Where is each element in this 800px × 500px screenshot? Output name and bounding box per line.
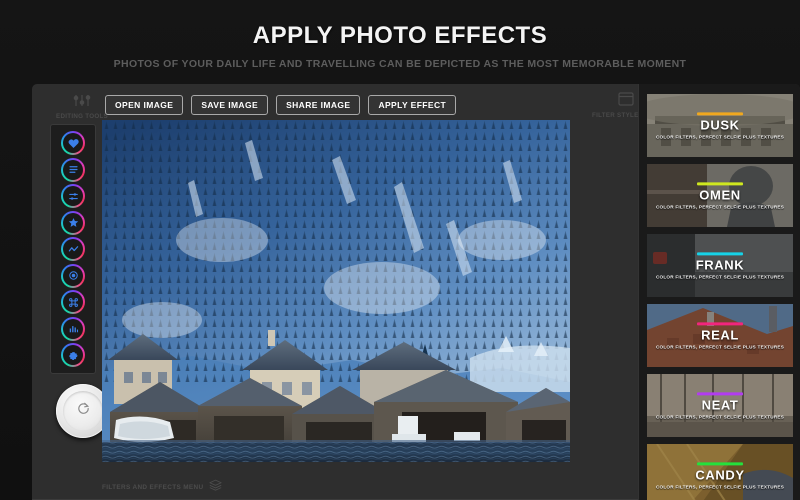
tool-favorites[interactable] [61, 131, 85, 155]
filter-card-neat[interactable]: NEAT COLOR FILTERS, PERFECT SELFIE PLUS … [647, 374, 793, 437]
filter-accent-bar [697, 111, 743, 116]
tool-presets[interactable] [61, 157, 85, 182]
editing-tools-header: EDITING TOOLS [54, 94, 110, 120]
editing-tools-rail [50, 124, 96, 374]
filter-accent-bar [697, 461, 743, 466]
filter-name: NEAT [701, 397, 739, 413]
filter-accent-bar [697, 251, 743, 256]
filter-style-panel[interactable]: DUSK COLOR FILTERS, PERFECT SELFIE PLUS … [638, 84, 800, 500]
filter-subtitle: COLOR FILTERS, PERFECT SELFIE PLUS TEXTU… [655, 484, 785, 490]
share-image-button[interactable]: SHARE IMAGE [276, 95, 361, 115]
reset-rotate-icon [76, 401, 91, 421]
filter-name: DUSK [700, 117, 740, 133]
sliders-icon [73, 94, 91, 111]
filter-card-content: CANDY COLOR FILTERS, PERFECT SELFIE PLUS… [647, 461, 793, 490]
tool-adjust[interactable] [61, 184, 85, 208]
tool-settings[interactable] [61, 343, 85, 367]
window-panel-icon [618, 92, 634, 110]
filter-name: CANDY [695, 467, 745, 483]
filter-card-content: FRANK COLOR FILTERS, PERFECT SELFIE PLUS… [647, 251, 793, 280]
filter-name: REAL [701, 327, 739, 343]
filter-card-real[interactable]: REAL COLOR FILTERS, PERFECT SELFIE PLUS … [647, 304, 793, 367]
filter-card-dusk[interactable]: DUSK COLOR FILTERS, PERFECT SELFIE PLUS … [647, 94, 793, 157]
page-subtitle: PHOTOS OF YOUR DAILY LIFE AND TRAVELLING… [113, 58, 687, 70]
filter-subtitle: COLOR FILTERS, PERFECT SELFIE PLUS TEXTU… [655, 204, 785, 210]
filter-accent-bar [697, 181, 743, 186]
filter-card-content: OMEN COLOR FILTERS, PERFECT SELFIE PLUS … [647, 181, 793, 210]
app-root: APPLY PHOTO EFFECTS PHOTOS OF YOUR DAILY… [0, 0, 800, 500]
tool-curves[interactable] [61, 237, 85, 261]
page-header: APPLY PHOTO EFFECTS PHOTOS OF YOUR DAILY… [0, 0, 800, 82]
filter-card-candy[interactable]: CANDY COLOR FILTERS, PERFECT SELFIE PLUS… [647, 444, 793, 500]
editing-tools-label: EDITING TOOLS [56, 113, 108, 120]
filter-name: OMEN [699, 187, 741, 203]
app-window: EDITING TOOLS OPEN IMAGE SAVE IMAGE SHAR… [32, 84, 800, 500]
filter-subtitle: COLOR FILTERS, PERFECT SELFIE PLUS TEXTU… [655, 344, 785, 350]
filter-name: FRANK [695, 257, 745, 273]
save-image-button[interactable]: SAVE IMAGE [191, 95, 269, 115]
tool-effects[interactable] [61, 210, 85, 235]
filter-accent-bar [697, 321, 743, 326]
filter-card-frank[interactable]: FRANK COLOR FILTERS, PERFECT SELFIE PLUS… [647, 234, 793, 297]
filters-effects-menu[interactable]: FILTERS AND EFFECTS MENU [102, 478, 223, 496]
filter-card-omen[interactable]: OMEN COLOR FILTERS, PERFECT SELFIE PLUS … [647, 164, 793, 227]
tool-focus[interactable] [61, 263, 85, 288]
page-title: APPLY PHOTO EFFECTS [252, 22, 548, 49]
filter-subtitle: COLOR FILTERS, PERFECT SELFIE PLUS TEXTU… [655, 414, 785, 420]
apply-effect-button[interactable]: APPLY EFFECT [368, 95, 457, 115]
filter-card-content: NEAT COLOR FILTERS, PERFECT SELFIE PLUS … [647, 391, 793, 420]
photo-image [102, 120, 570, 462]
tool-shortcuts[interactable] [61, 290, 85, 314]
filter-card-content: REAL COLOR FILTERS, PERFECT SELFIE PLUS … [647, 321, 793, 350]
tool-histogram[interactable] [61, 316, 85, 341]
open-image-button[interactable]: OPEN IMAGE [105, 95, 184, 115]
toolbar-buttons: OPEN IMAGE SAVE IMAGE SHARE IMAGE APPLY … [105, 95, 457, 115]
layers-icon [209, 478, 223, 496]
photo-canvas[interactable] [102, 120, 570, 462]
reset-button-inner [63, 391, 103, 431]
filter-subtitle: COLOR FILTERS, PERFECT SELFIE PLUS TEXTU… [655, 274, 785, 280]
filter-card-content: DUSK COLOR FILTERS, PERFECT SELFIE PLUS … [647, 111, 793, 140]
filters-effects-menu-label: FILTERS AND EFFECTS MENU [102, 483, 204, 491]
filter-accent-bar [697, 391, 743, 396]
filter-subtitle: COLOR FILTERS, PERFECT SELFIE PLUS TEXTU… [655, 134, 785, 140]
